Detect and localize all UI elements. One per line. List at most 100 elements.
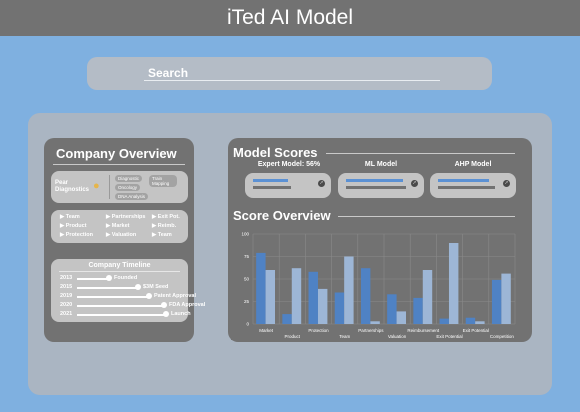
divider [326, 153, 515, 154]
timeline-year: 2021 [60, 311, 73, 317]
ml-score-bar-secondary [346, 186, 406, 189]
category-label: Product [65, 223, 87, 229]
tag-dna-analysis[interactable]: DNA Analysis [115, 193, 149, 200]
timeline-progress-bar [77, 314, 166, 316]
divider [338, 216, 515, 217]
category-label: Team [65, 214, 80, 220]
timeline-progress-bar [77, 305, 164, 307]
category-label: Market [111, 223, 130, 229]
bar [360, 268, 371, 324]
category-label: Protection [65, 232, 93, 238]
expert-score-bar-secondary [253, 186, 292, 189]
company-name-line1: Pear [55, 180, 69, 186]
search-bar[interactable]: Search [87, 57, 492, 90]
divider [59, 271, 180, 272]
ml-model-card[interactable]: ➚ [338, 173, 424, 198]
timeline-label: Launch [171, 311, 191, 317]
ahp-score-bar [438, 179, 489, 182]
company-overview-panel: Company Overview Pear Diagnostics ● Diag… [44, 138, 205, 342]
y-tick-label: 75 [244, 254, 250, 259]
pear-icon: ● [93, 180, 100, 192]
category-exit-potential[interactable]: ▶ Exit Pot. [152, 214, 180, 220]
category-protection[interactable]: ▶ Protection [60, 232, 93, 238]
timeline-event: 2020 FDA Approval [51, 302, 205, 310]
bar [448, 243, 459, 324]
category-valuation[interactable]: ▶ Valuation [106, 232, 136, 238]
timeline-year: 2020 [60, 302, 73, 308]
tag-diagnostic[interactable]: Diagnostic [115, 175, 143, 182]
company-timeline: Company Timeline 2013 Founded 2015 $3M Seed… [51, 259, 205, 322]
expert-score-bar [253, 179, 288, 182]
y-tick-label: 50 [244, 277, 250, 282]
expert-model-card[interactable]: ➚ [245, 173, 331, 198]
timeline-year: 2013 [60, 275, 73, 281]
bar [465, 317, 476, 324]
x-tick-label: Exit Potential [463, 328, 489, 333]
bar [501, 273, 511, 324]
x-tick-label: Competition [490, 334, 515, 339]
category-label: Exit Pot. [157, 214, 180, 220]
category-label: Reimb. [157, 223, 177, 229]
bar [334, 292, 345, 324]
ml-score-bar [346, 179, 404, 182]
timeline-label: Founded [114, 275, 138, 281]
ahp-model-card[interactable]: ➚ [430, 173, 516, 198]
timeline-marker[interactable] [146, 293, 152, 299]
bar [265, 270, 276, 324]
bar [308, 271, 318, 324]
category-team[interactable]: ▶ Team [60, 214, 80, 220]
category-label: Team [157, 232, 172, 238]
score-overview-chart: 0255075100MarketProductProtectionTeamPar… [231, 228, 519, 340]
x-tick-label: Protection [308, 328, 329, 333]
category-partnerships[interactable]: ▶ Partnerships [106, 214, 145, 220]
bar [256, 252, 266, 324]
bar [370, 321, 380, 324]
timeline-label: FDA Approval [169, 302, 206, 308]
timeline-marker[interactable] [135, 284, 141, 290]
category-list: ▶ Team ▶ Partnerships ▶ Exit Pot. ▶ Prod… [51, 210, 188, 243]
bar [344, 256, 354, 324]
timeline-event: 2013 Founded [51, 275, 188, 283]
compass-icon[interactable]: ➚ [318, 180, 325, 187]
main-container: Company Overview Pear Diagnostics ● Diag… [28, 113, 552, 395]
timeline-progress-bar [77, 296, 149, 298]
category-market[interactable]: ▶ Market [106, 223, 130, 229]
timeline-label: Patent Approval [154, 293, 196, 299]
app-header: iTed AI Model [0, 0, 580, 36]
bar [413, 297, 423, 324]
category-product[interactable]: ▶ Product [60, 223, 87, 229]
bar [475, 321, 485, 324]
category-team-2[interactable]: ▶ Team [152, 232, 172, 238]
timeline-progress-bar [77, 278, 109, 280]
timeline-event: 2019 Patent Approval [51, 293, 196, 301]
score-overview-title: Score Overview [233, 208, 331, 223]
tag-train-mapping[interactable]: Train Mapping [149, 175, 177, 187]
category-label: Valuation [111, 232, 137, 238]
timeline-label: $3M Seed [143, 284, 169, 290]
category-reimbursement[interactable]: ▶ Reimb. [152, 223, 176, 229]
company-name-line2: Diagnostics [55, 187, 90, 193]
timeline-event: 2015 $3M Seed [51, 284, 188, 292]
company-name: Pear Diagnostics [55, 180, 89, 194]
search-label: Search [148, 66, 189, 80]
company-card[interactable]: Pear Diagnostics ● Diagnostic Train Mapp… [51, 171, 188, 203]
y-tick-label: 25 [244, 299, 250, 304]
expert-model-label: Expert Model: 56% [257, 161, 321, 168]
tag-oncology[interactable]: Oncology [115, 184, 141, 191]
bar [491, 279, 502, 324]
model-scores-panel: Model Scores Expert Model: 56% ML Model … [228, 138, 532, 342]
timeline-marker[interactable] [163, 311, 169, 317]
compass-icon[interactable]: ➚ [411, 180, 418, 187]
divider [109, 175, 110, 199]
compass-icon[interactable]: ➚ [503, 180, 510, 187]
x-tick-label: Partnerships [358, 328, 384, 333]
x-tick-label: Team [339, 334, 350, 339]
app-title: iTed AI Model [226, 6, 354, 29]
model-scores-title: Model Scores [233, 145, 318, 160]
ml-model-label: ML Model [364, 161, 398, 168]
bar [422, 270, 433, 324]
timeline-marker[interactable] [161, 302, 167, 308]
timeline-marker[interactable] [106, 275, 112, 281]
bar [387, 294, 397, 324]
ahp-model-label: AHP Model [454, 161, 492, 168]
